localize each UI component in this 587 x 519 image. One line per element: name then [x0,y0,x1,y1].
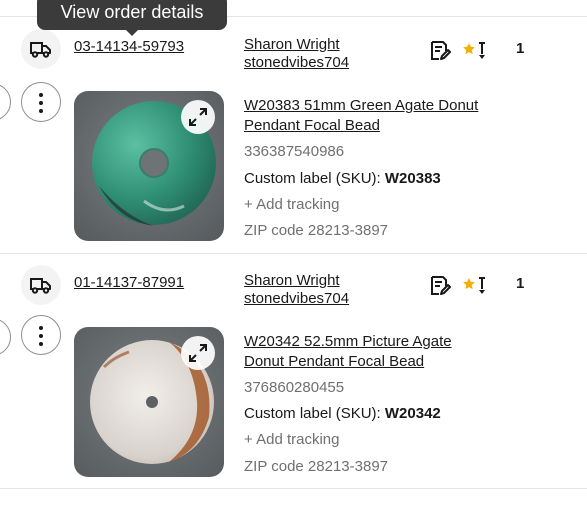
buyer-link[interactable]: Sharon Wright stonedvibes704 [244,272,349,308]
buyer-username: stonedvibes704 [244,54,350,71]
custom-label: Custom label (SKU): W20342 [244,405,441,422]
shipping-status [21,265,61,305]
item-title-link[interactable]: W20383 51mm Green Agate Donut Pendant Fo… [244,96,504,136]
star-feedback-icon[interactable] [463,40,489,62]
buyer-link[interactable]: Sharon Wright stonedvibes704 [244,36,349,72]
item-number: 376860280455 [244,379,345,396]
select-checkbox[interactable] [0,318,11,356]
expand-icon [189,108,207,126]
item-thumbnail[interactable] [74,91,224,241]
item-title-line1: W20342 52.5mm Picture Agate [244,333,452,350]
expand-icon [189,344,207,362]
quantity: 1 [516,40,525,57]
note-edit-icon[interactable] [429,40,451,62]
shipping-status [21,29,61,69]
expand-image-button[interactable] [181,100,215,134]
note-edit-icon[interactable] [429,275,451,297]
item-title-line2: Pendant Focal Bead [244,117,380,134]
more-actions-button[interactable] [21,82,61,122]
sku-label: Custom label (SKU): [244,405,381,422]
zip-code: ZIP code 28213-3897 [244,222,389,239]
item-number: 336387540986 [244,143,345,160]
add-tracking-link[interactable]: + Add tracking [244,431,339,448]
row-divider [0,488,587,489]
select-checkbox[interactable] [0,83,11,121]
item-thumbnail[interactable] [74,327,224,477]
truck-icon [30,278,51,294]
more-actions-button[interactable] [21,315,61,355]
view-order-tooltip: View order details [37,0,227,36]
custom-label: Custom label (SKU): W20383 [244,170,441,187]
expand-image-button[interactable] [181,336,215,370]
star-feedback-icon[interactable] [463,275,489,297]
zip-code: ZIP code 28213-3897 [244,458,389,475]
buyer-name: Sharon Wright [244,272,340,289]
truck-icon [30,42,51,58]
order-number-link[interactable]: 01-14137-87991 [74,274,184,291]
buyer-username: stonedvibes704 [244,290,350,307]
sku-value: W20383 [384,170,441,187]
sku-value: W20342 [384,405,441,422]
sku-label: Custom label (SKU): [244,170,381,187]
item-title-line2: Donut Pendant Focal Bead [244,353,425,370]
add-tracking-link[interactable]: + Add tracking [244,196,339,213]
row-divider [0,253,587,254]
buyer-name: Sharon Wright [244,36,340,53]
item-title-link[interactable]: W20342 52.5mm Picture Agate Donut Pendan… [244,332,504,372]
order-number-link[interactable]: 03-14134-59793 [74,38,184,55]
quantity: 1 [516,275,525,292]
item-title-line1: W20383 51mm Green Agate Donut [244,97,479,114]
